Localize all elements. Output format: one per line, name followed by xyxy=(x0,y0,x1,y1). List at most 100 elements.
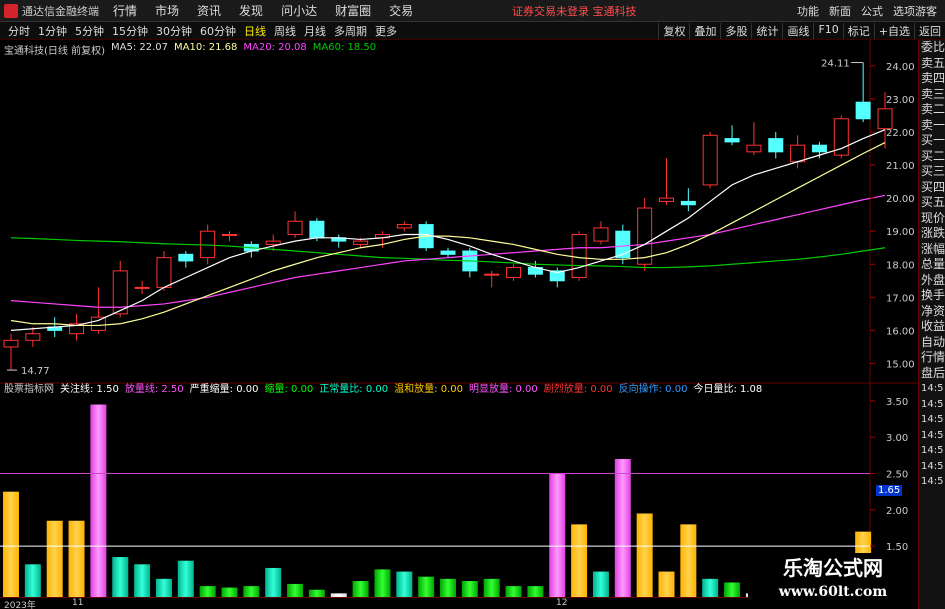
ma60-value: MA60: 18.50 xyxy=(312,42,377,53)
menu-item-wealth[interactable]: 财富圈 xyxy=(335,2,371,19)
candle-body xyxy=(222,233,237,236)
side-panel-item: 买三 xyxy=(921,164,945,178)
candle-body xyxy=(287,220,303,235)
candle-body xyxy=(811,144,827,153)
candle-body xyxy=(3,339,19,348)
ma5-line xyxy=(10,129,886,331)
side-panel-item: 14:5 xyxy=(921,476,944,487)
volume-bar xyxy=(680,524,697,597)
side-panel-item: 买五 xyxy=(921,195,945,209)
adjust-button[interactable]: 复权 xyxy=(658,23,689,39)
volume-bar xyxy=(265,567,282,597)
watermark: 乐淘公式网 www.60lt.com xyxy=(748,553,918,605)
volume-bar xyxy=(155,578,172,597)
side-panel-item: 14:5 xyxy=(921,414,944,425)
volume-bar xyxy=(724,582,741,597)
f10-button[interactable]: F10 xyxy=(813,23,842,39)
stats-button[interactable]: 统计 xyxy=(751,23,782,39)
volume-bar xyxy=(658,571,675,597)
y-tick-label: 18.00 xyxy=(886,260,915,271)
stock-title: 宝通科技(日线 前复权) xyxy=(4,46,105,57)
volume-bar xyxy=(461,581,478,597)
side-panel-item: 14:5 xyxy=(921,383,944,394)
volume-bar xyxy=(702,578,719,597)
period-more[interactable]: 更多 xyxy=(375,23,397,39)
side-panel-item: 卖三 xyxy=(921,86,945,101)
indicator-item: 正常量比: 0.00 xyxy=(319,384,389,395)
volume-bar xyxy=(571,524,588,597)
y-tick-label: 20.00 xyxy=(886,194,915,205)
side-panel-item: 买二 xyxy=(921,148,945,163)
indicator-name[interactable]: 股票指标网 xyxy=(4,380,54,395)
period-60min[interactable]: 60分钟 xyxy=(200,23,236,39)
side-panel-item: 卖五 xyxy=(921,55,945,70)
volume-bar xyxy=(308,589,325,597)
period-multi[interactable]: 多周期 xyxy=(334,23,367,39)
side-panel-item[interactable]: 自动 xyxy=(919,335,945,351)
mark-button[interactable]: 标记 xyxy=(842,23,874,39)
menu-item-discover[interactable]: 发现 xyxy=(239,2,263,19)
candle-body xyxy=(25,333,41,341)
menu-item-ask[interactable]: 问小达 xyxy=(281,2,317,19)
kline-chart[interactable]: 24.11 14.77 24.00 23.00 22.00 21.00 20.00 19.0… xyxy=(0,40,918,597)
candle-body xyxy=(571,233,587,278)
volume-bar xyxy=(199,586,216,597)
indicator-item: 放量线: 2.50 xyxy=(124,384,184,395)
date-label-2023: 2023年 xyxy=(4,601,36,609)
candle-body xyxy=(90,316,106,331)
add-watchlist-button[interactable]: +自选 xyxy=(873,23,914,39)
side-panel-item[interactable]: 行情 xyxy=(919,350,945,366)
volume-bar xyxy=(68,520,85,597)
side-panel-item: 收益 xyxy=(921,319,945,333)
side-panel-item: 涨跌 xyxy=(921,226,945,240)
indicator-item: 严重缩量: 0.00 xyxy=(189,384,259,395)
period-daily[interactable]: 日线 xyxy=(244,23,266,39)
ma20-value: MA20: 20.08 xyxy=(243,42,307,53)
login-notice[interactable]: 证券交易未登录 宝通科技 xyxy=(512,3,637,19)
volume-bar xyxy=(112,557,129,597)
y-tick-label: 15.00 xyxy=(886,359,915,370)
period-intraday[interactable]: 分时 xyxy=(8,23,30,39)
menu-options[interactable]: 选项 xyxy=(893,3,915,19)
y-tick-label: 19.00 xyxy=(886,227,915,238)
menu-item-trade[interactable]: 交易 xyxy=(389,2,413,19)
multi-stock-button[interactable]: 多股 xyxy=(720,23,751,39)
period-monthly[interactable]: 月线 xyxy=(304,23,326,39)
volume-bar xyxy=(396,571,413,597)
menu-functions[interactable]: 功能 xyxy=(797,3,819,19)
menu-item-market[interactable]: 市场 xyxy=(155,2,179,19)
draw-line-button[interactable]: 画线 xyxy=(782,23,813,39)
volume-bar xyxy=(636,513,653,597)
volume-bar xyxy=(592,571,609,597)
period-weekly[interactable]: 周线 xyxy=(274,23,296,39)
menu-item-quotes[interactable]: 行情 xyxy=(113,2,137,19)
menu-item-news[interactable]: 资讯 xyxy=(197,2,221,19)
vol-tick-label: 2.00 xyxy=(886,506,908,517)
period-15min[interactable]: 15分钟 xyxy=(112,23,148,39)
menu-new-page[interactable]: 新面 xyxy=(829,3,851,19)
period-5min[interactable]: 5分钟 xyxy=(75,23,104,39)
candle-body xyxy=(877,108,893,130)
guest-label[interactable]: 游客 xyxy=(915,3,937,19)
indicator-item: 剧烈放量: 0.00 xyxy=(543,384,613,395)
chart-toolbar: 复权 叠加 多股 统计 画线 F10 标记 +自选 返回 xyxy=(658,23,945,39)
period-1min[interactable]: 1分钟 xyxy=(38,23,67,39)
candle-body xyxy=(484,273,500,276)
vol-tick-label: 1.50 xyxy=(886,542,908,553)
vol-tick-label: 2.50 xyxy=(886,470,908,481)
volume-bar xyxy=(221,587,238,597)
overlay-button[interactable]: 叠加 xyxy=(689,23,720,39)
side-panel-item: 卖一 xyxy=(921,117,945,132)
y-tick-label: 22.00 xyxy=(886,128,915,139)
candle-body xyxy=(702,134,718,186)
back-button[interactable]: 返回 xyxy=(914,23,945,39)
candle-body xyxy=(506,267,522,278)
date-label-12: 12 xyxy=(556,598,568,608)
side-panel-item[interactable]: 盘后 xyxy=(919,366,945,382)
candle-body xyxy=(855,101,871,120)
menu-formula[interactable]: 公式 xyxy=(861,3,883,19)
candle-body xyxy=(156,257,172,288)
side-panel: 委比 卖五 卖四 卖三 卖二 卖一 买一 买二 买三 买四 买五 现价 涨跌 涨幅 总量 外盘 换手 净资 收益 自动… xyxy=(918,40,945,609)
indicator-items: 关注线: 1.50 放量线: 2.50 严重缩量: 0.00 缩量: 0.00 正常量比… xyxy=(60,380,768,395)
period-30min[interactable]: 30分钟 xyxy=(156,23,192,39)
